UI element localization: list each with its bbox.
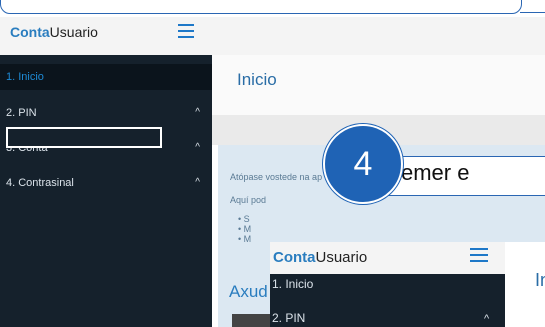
inset-menu-icon bbox=[470, 248, 488, 262]
chevron-up-icon: ^ bbox=[195, 142, 200, 153]
thumbnail-image bbox=[232, 314, 272, 327]
bullet-list: • S • M • M bbox=[238, 214, 252, 244]
chevron-up-icon: ^ bbox=[484, 313, 490, 325]
panel-text: Aquí pod bbox=[230, 195, 267, 205]
top-callout-border bbox=[0, 0, 522, 14]
top-callout-line bbox=[520, 0, 545, 13]
menu-icon[interactable] bbox=[178, 24, 194, 38]
inset-page-title: In bbox=[535, 270, 545, 290]
sidebar-item-pin[interactable]: 2. PIN ^ bbox=[0, 100, 212, 126]
brand-logo[interactable]: ContaUsuario bbox=[10, 24, 98, 40]
highlight-box bbox=[6, 127, 162, 148]
panel-text: Atópase vostede na ap bbox=[230, 172, 323, 182]
chevron-up-icon: ^ bbox=[195, 107, 200, 118]
panel-heading: Axud bbox=[229, 282, 268, 301]
page-title: Inicio bbox=[237, 70, 277, 89]
chevron-up-icon: ^ bbox=[195, 177, 200, 188]
step-number-badge: 4 bbox=[323, 124, 403, 204]
inset-sidebar-item-pin: 2. PIN bbox=[272, 311, 306, 325]
inset-brand-logo: ContaUsuario bbox=[273, 249, 368, 266]
sidebar-item-contrasinal[interactable]: 4. Contrasinal ^ bbox=[0, 170, 212, 196]
inset-sidebar-item-inicio: 1. Inicio bbox=[272, 277, 314, 291]
sidebar-item-inicio[interactable]: 1. Inicio bbox=[0, 64, 212, 90]
